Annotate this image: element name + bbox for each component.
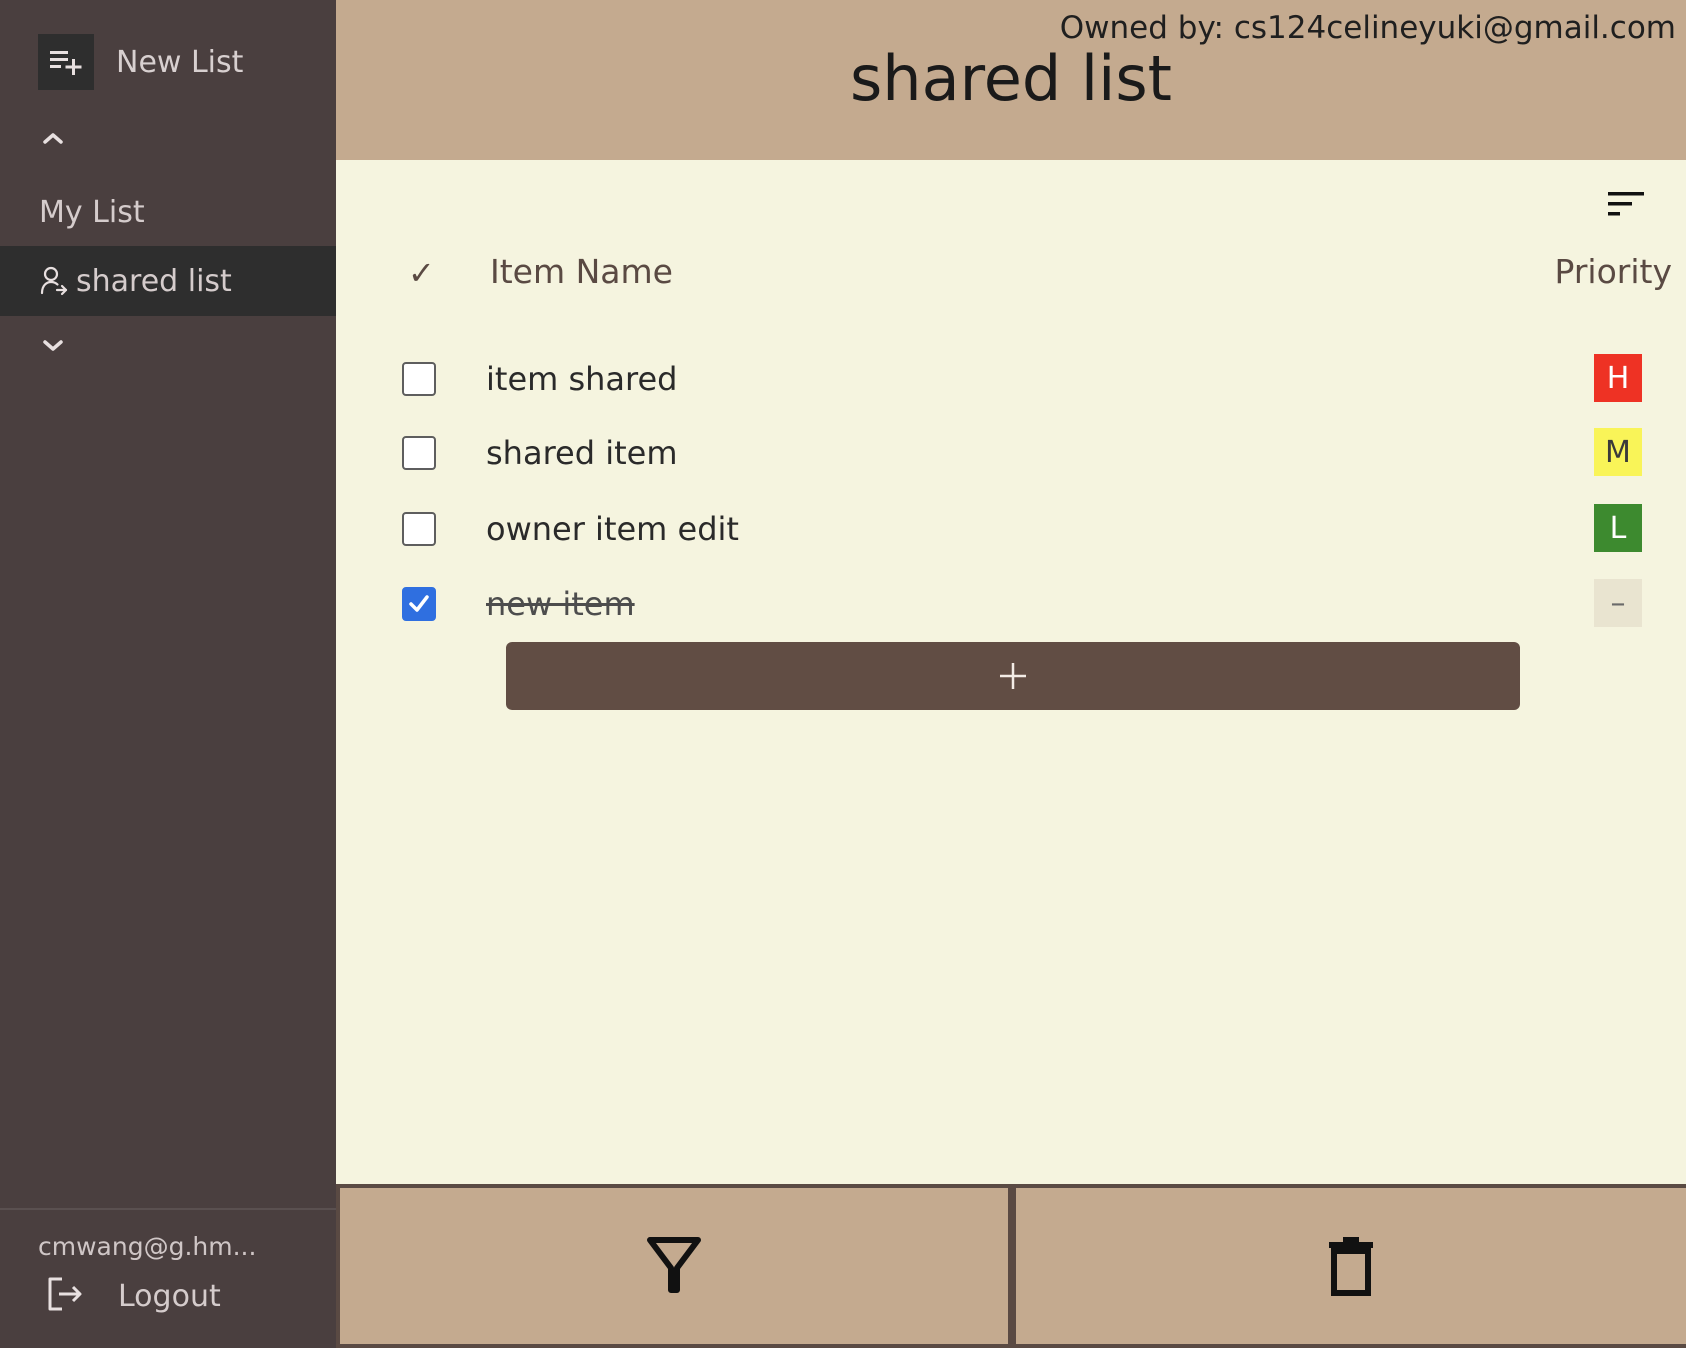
logout-button[interactable]: Logout: [46, 1276, 221, 1316]
add-item-button[interactable]: [506, 642, 1520, 710]
chevron-down-icon[interactable]: [40, 333, 66, 359]
item-checkbox[interactable]: [402, 587, 436, 621]
new-list-label: New List: [116, 44, 244, 80]
sidebar-item-my-list[interactable]: My List: [0, 177, 336, 247]
filter-icon: [647, 1237, 701, 1293]
sidebar-item-label: shared list: [76, 263, 232, 299]
item-name[interactable]: new item: [486, 585, 635, 623]
plus-icon: [1000, 663, 1026, 689]
item-checkbox[interactable]: [402, 362, 436, 396]
list-panel: ✓ Item Name Priority item shared H share…: [336, 160, 1686, 1184]
page-title: shared list: [850, 42, 1172, 115]
sidebar-item-shared-list[interactable]: shared list: [0, 246, 336, 316]
column-header-priority: Priority: [1554, 252, 1672, 291]
bottom-toolbar: [336, 1184, 1686, 1348]
sidebar-item-label: My List: [39, 194, 145, 230]
column-header-item-name: Item Name: [490, 252, 673, 291]
item-name[interactable]: shared item: [486, 434, 677, 472]
checkmark-icon: [409, 595, 429, 612]
list-item: owner item edit L: [336, 500, 1686, 560]
page-header: Owned by: cs124celineyuki@gmail.com shar…: [336, 0, 1686, 160]
new-list-button[interactable]: New List: [38, 34, 243, 90]
list-item: item shared H: [336, 350, 1686, 410]
logout-icon: [46, 1276, 86, 1316]
list-item: new item –: [336, 575, 1686, 635]
filter-button[interactable]: [340, 1188, 1008, 1344]
column-header-check: ✓: [408, 254, 435, 292]
priority-badge[interactable]: M: [1594, 428, 1642, 476]
item-checkbox[interactable]: [402, 436, 436, 470]
delete-button[interactable]: [1016, 1188, 1686, 1344]
sort-icon[interactable]: [1606, 190, 1646, 220]
item-name[interactable]: owner item edit: [486, 510, 739, 548]
sidebar-divider: [0, 1208, 336, 1210]
priority-badge[interactable]: H: [1594, 354, 1642, 402]
sidebar: New List My List shared list cmwang@g.hm…: [0, 0, 336, 1348]
priority-badge[interactable]: –: [1594, 579, 1642, 627]
shared-user-icon: [40, 266, 68, 296]
list-item: shared item M: [336, 424, 1686, 484]
item-checkbox[interactable]: [402, 512, 436, 546]
chevron-up-icon[interactable]: [40, 125, 66, 151]
priority-badge[interactable]: L: [1594, 504, 1642, 552]
item-name[interactable]: item shared: [486, 360, 677, 398]
playlist-add-icon: [38, 34, 94, 90]
user-email: cmwang@g.hm...: [38, 1232, 257, 1261]
owner-label: Owned by: cs124celineyuki@gmail.com: [1059, 10, 1676, 46]
logout-label: Logout: [118, 1278, 221, 1314]
trash-icon: [1329, 1237, 1373, 1296]
